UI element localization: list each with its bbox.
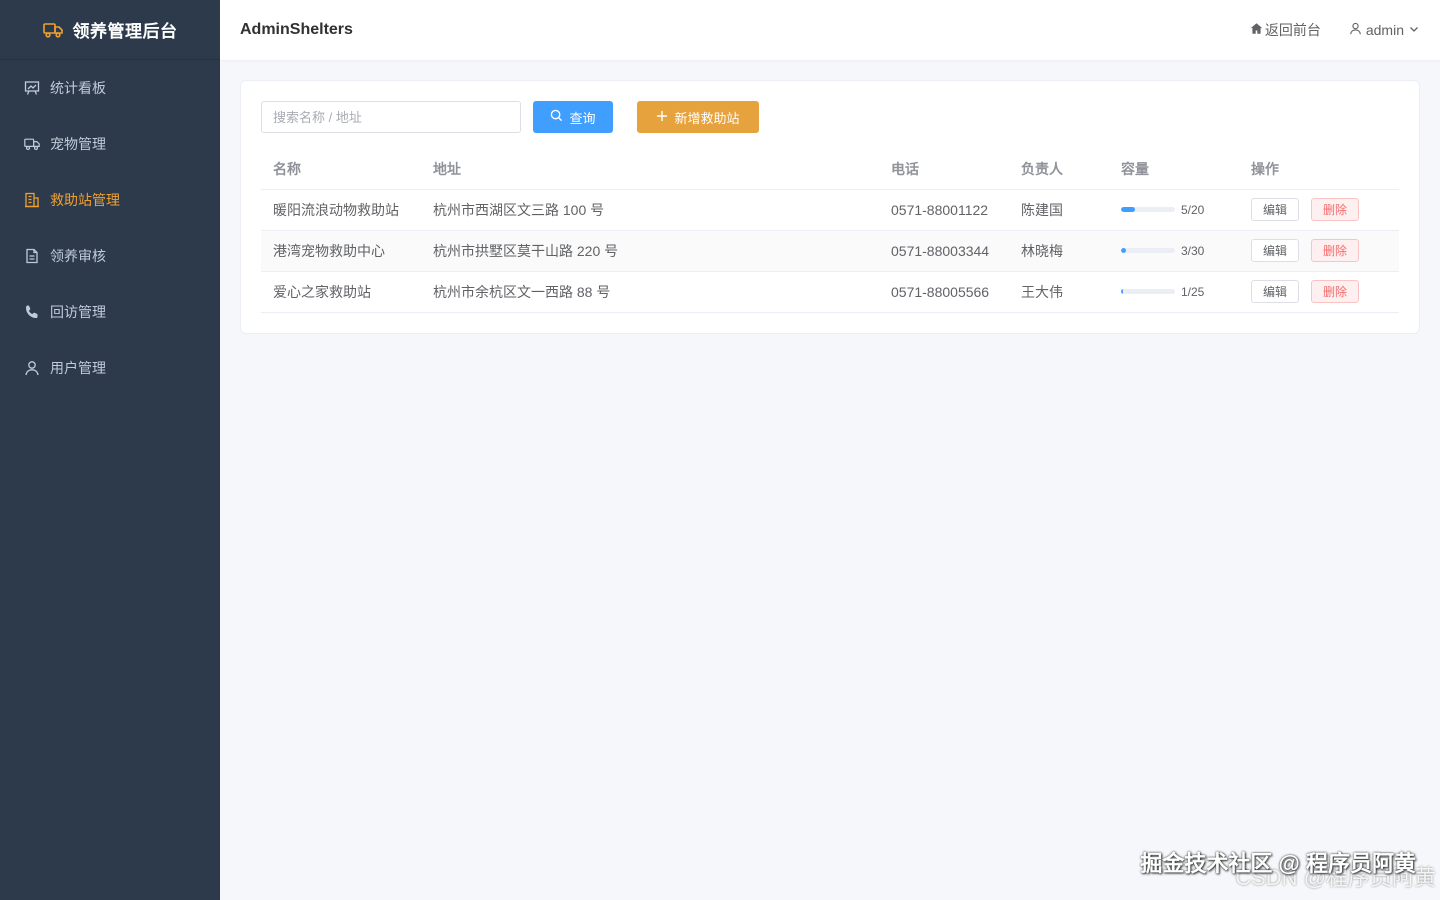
column-header-manager: 负责人 bbox=[1009, 149, 1109, 190]
shelter-table: 名称 地址 电话 负责人 容量 操作 暖阳流浪动物救助站 杭州市西湖区文三路 1… bbox=[261, 149, 1399, 313]
toolbar: 查询 新增救助站 bbox=[261, 101, 1399, 133]
cell-actions: 编辑 删除 bbox=[1239, 230, 1399, 272]
capacity-track bbox=[1121, 207, 1175, 212]
delete-button[interactable]: 删除 bbox=[1311, 280, 1359, 303]
page-title: AdminShelters bbox=[240, 21, 353, 38]
username: admin bbox=[1365, 22, 1404, 38]
top-header: AdminShelters 返回前台 admin bbox=[220, 0, 1440, 60]
add-shelter-label: 新增救助站 bbox=[674, 110, 740, 126]
sidebar-item-label: 救助站管理 bbox=[50, 192, 120, 208]
sidebar-item-users[interactable]: 用户管理 bbox=[0, 340, 220, 396]
back-link-label: 返回前台 bbox=[1264, 22, 1321, 38]
capacity-text: 1/25 bbox=[1181, 284, 1205, 299]
table-row: 暖阳流浪动物救助站 杭州市西湖区文三路 100 号 0571-88001122 … bbox=[261, 189, 1399, 231]
cell-name: 港湾宠物救助中心 bbox=[261, 230, 421, 272]
brand-title: 领养管理后台 bbox=[72, 22, 178, 41]
capacity-track bbox=[1121, 289, 1175, 294]
sidebar-item-adoption-review[interactable]: 领养审核 bbox=[0, 228, 220, 284]
cell-actions: 编辑 删除 bbox=[1239, 271, 1399, 313]
header-actions: 返回前台 admin bbox=[1250, 20, 1420, 40]
phone-icon bbox=[24, 304, 40, 320]
edit-button[interactable]: 编辑 bbox=[1251, 280, 1299, 303]
cell-capacity: 3/30 bbox=[1109, 230, 1239, 272]
delete-button[interactable]: 删除 bbox=[1311, 239, 1359, 262]
chevron-down-icon bbox=[1408, 22, 1420, 38]
document-icon bbox=[24, 248, 40, 264]
capacity-fill bbox=[1121, 248, 1127, 253]
sidebar-item-label: 回访管理 bbox=[50, 304, 106, 320]
sidebar-item-dashboard[interactable]: 统计看板 bbox=[0, 60, 220, 116]
sidebar-item-label: 领养审核 bbox=[50, 248, 106, 264]
truck-icon bbox=[24, 136, 40, 152]
building-icon bbox=[24, 192, 40, 208]
truck-icon bbox=[42, 22, 63, 38]
table-row: 港湾宠物救助中心 杭州市拱墅区莫干山路 220 号 0571-88003344 … bbox=[261, 230, 1399, 272]
column-header-address: 地址 bbox=[421, 149, 879, 190]
delete-button[interactable]: 删除 bbox=[1311, 198, 1359, 221]
column-header-phone: 电话 bbox=[879, 149, 1009, 190]
cell-name: 暖阳流浪动物救助站 bbox=[261, 189, 421, 231]
column-header-name: 名称 bbox=[261, 149, 421, 190]
watermark-juejin: 掘金技术社区 @ 程序员阿黄 bbox=[1140, 851, 1416, 876]
cell-phone: 0571-88005566 bbox=[879, 271, 1009, 313]
brand: 领养管理后台 bbox=[0, 0, 220, 60]
user-icon bbox=[24, 360, 40, 376]
sidebar-item-followup[interactable]: 回访管理 bbox=[0, 284, 220, 340]
capacity-text: 3/30 bbox=[1181, 243, 1205, 258]
search-icon bbox=[550, 109, 563, 125]
edit-button[interactable]: 编辑 bbox=[1251, 239, 1299, 262]
cell-address: 杭州市西湖区文三路 100 号 bbox=[421, 189, 879, 231]
back-to-frontend-link[interactable]: 返回前台 bbox=[1250, 20, 1321, 40]
capacity-progress: 1/25 bbox=[1121, 285, 1239, 299]
cell-phone: 0571-88003344 bbox=[879, 230, 1009, 272]
user-dropdown[interactable]: admin bbox=[1349, 22, 1420, 38]
column-header-capacity: 容量 bbox=[1109, 149, 1239, 190]
capacity-progress: 5/20 bbox=[1121, 203, 1239, 217]
capacity-track bbox=[1121, 248, 1175, 253]
home-icon bbox=[1250, 22, 1263, 38]
capacity-fill bbox=[1121, 289, 1124, 294]
cell-actions: 编辑 删除 bbox=[1239, 189, 1399, 231]
capacity-fill bbox=[1121, 207, 1135, 212]
sidebar: 领养管理后台 统计看板 宠物管理 救助站管理 领养审核 回访管理 用户管理 bbox=[0, 0, 220, 900]
sidebar-item-pets[interactable]: 宠物管理 bbox=[0, 116, 220, 172]
cell-address: 杭州市余杭区文一西路 88 号 bbox=[421, 271, 879, 313]
column-header-actions: 操作 bbox=[1239, 149, 1399, 190]
query-button[interactable]: 查询 bbox=[533, 101, 613, 133]
cell-manager: 陈建国 bbox=[1009, 189, 1109, 231]
sidebar-item-label: 用户管理 bbox=[50, 360, 106, 376]
cell-phone: 0571-88001122 bbox=[879, 189, 1009, 231]
cell-capacity: 5/20 bbox=[1109, 189, 1239, 231]
presentation-chart-icon bbox=[24, 80, 40, 96]
cell-manager: 王大伟 bbox=[1009, 271, 1109, 313]
add-shelter-button[interactable]: 新增救助站 bbox=[637, 101, 759, 133]
shelter-list-card: 查询 新增救助站 名称 地址 电话 负责人 容量 操作 bbox=[240, 80, 1420, 334]
table-row: 爱心之家救助站 杭州市余杭区文一西路 88 号 0571-88005566 王大… bbox=[261, 271, 1399, 313]
user-icon bbox=[1349, 22, 1362, 38]
cell-capacity: 1/25 bbox=[1109, 271, 1239, 313]
sidebar-item-label: 统计看板 bbox=[50, 80, 106, 96]
search-input[interactable] bbox=[261, 101, 521, 133]
table-header-row: 名称 地址 电话 负责人 容量 操作 bbox=[261, 149, 1399, 190]
edit-button[interactable]: 编辑 bbox=[1251, 198, 1299, 221]
cell-manager: 林晓梅 bbox=[1009, 230, 1109, 272]
capacity-progress: 3/30 bbox=[1121, 244, 1239, 258]
sidebar-item-shelters[interactable]: 救助站管理 bbox=[0, 172, 220, 228]
capacity-text: 5/20 bbox=[1181, 202, 1205, 217]
query-button-label: 查询 bbox=[569, 110, 596, 126]
sidebar-menu: 统计看板 宠物管理 救助站管理 领养审核 回访管理 用户管理 bbox=[0, 60, 220, 396]
cell-name: 爱心之家救助站 bbox=[261, 271, 421, 313]
cell-address: 杭州市拱墅区莫干山路 220 号 bbox=[421, 230, 879, 272]
sidebar-item-label: 宠物管理 bbox=[50, 136, 106, 152]
plus-icon bbox=[656, 110, 668, 125]
